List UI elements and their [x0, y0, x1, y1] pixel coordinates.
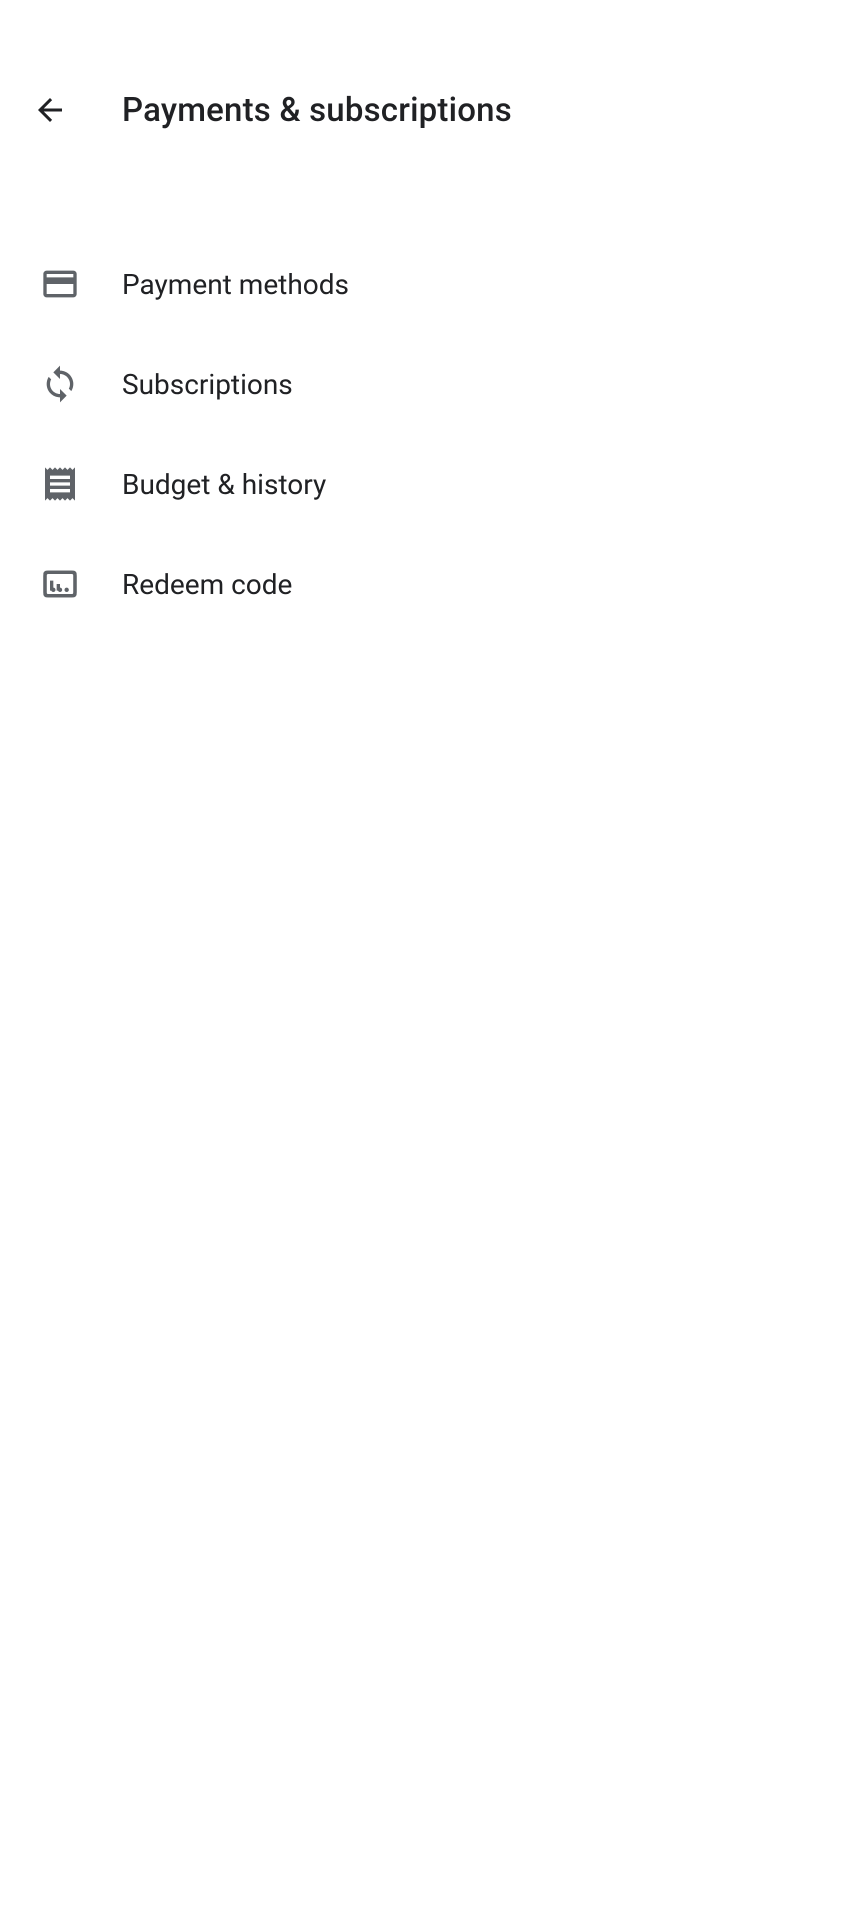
menu-item-budget-history[interactable]: Budget & history	[0, 434, 864, 534]
menu-item-subscriptions[interactable]: Subscriptions	[0, 334, 864, 434]
pin-code-icon	[40, 564, 80, 604]
menu-item-redeem-code[interactable]: Redeem code	[0, 534, 864, 634]
menu-item-label: Subscriptions	[122, 368, 293, 401]
page-title: Payments & subscriptions	[122, 91, 512, 130]
menu-item-label: Redeem code	[122, 568, 292, 601]
menu-item-label: Budget & history	[122, 468, 326, 501]
menu-list: Payment methods Subscriptions Budget & h…	[0, 154, 864, 634]
sync-icon	[40, 364, 80, 404]
header: Payments & subscriptions	[0, 0, 864, 154]
menu-item-label: Payment methods	[122, 268, 349, 301]
credit-card-icon	[40, 264, 80, 304]
arrow-back-icon	[32, 92, 68, 128]
receipt-icon	[40, 464, 80, 504]
menu-item-payment-methods[interactable]: Payment methods	[0, 234, 864, 334]
back-button[interactable]	[26, 86, 74, 134]
